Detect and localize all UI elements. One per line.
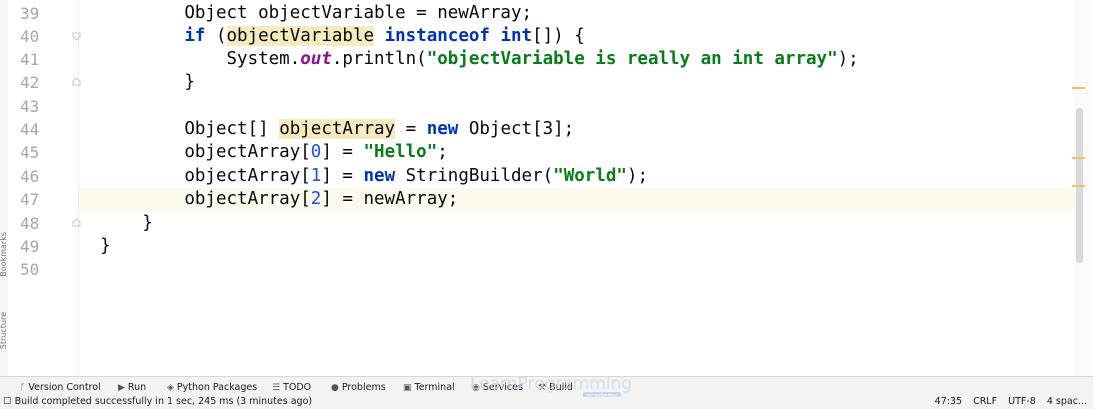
code-line-39[interactable]: Object objectVariable = newArray; [79,2,1074,25]
file-encoding[interactable]: UTF-8 [1008,396,1036,407]
code-line-49[interactable]: } [79,235,1074,258]
code-line-44[interactable]: Object[] objectArray = new Object[3]; [79,118,1074,141]
problems-tab[interactable]: ● Problems [331,377,386,398]
line-number: 45 [20,143,40,162]
status-message[interactable]: ☐ Build completed successfully in 1 sec,… [3,396,312,407]
warning-marker[interactable] [1072,157,1085,159]
line-number: 47 [20,190,40,209]
code-editor[interactable]: Object objectVariable = newArray; if (ob… [79,0,1074,376]
line-number: 46 [20,167,40,186]
warning-marker[interactable] [1072,185,1085,187]
bookmarks-tab[interactable]: Bookmarks [0,232,8,277]
line-number: 50 [20,260,40,279]
warning-marker[interactable] [1072,87,1085,89]
watermark-logo: LearnProgramming [470,374,633,394]
todo-tab[interactable]: ☰ TODO [272,377,311,398]
code-line-42[interactable]: } [79,71,1074,94]
build-status-icon: ☐ [3,396,12,407]
code-line-48[interactable]: } [79,212,1074,235]
line-number: 39 [20,4,40,23]
line-number: 49 [20,237,40,256]
code-line-45[interactable]: objectArray[0] = "Hello"; [79,141,1074,164]
line-number: 40 [20,27,40,46]
line-number: 48 [20,214,40,233]
info-icon: ● [331,383,339,393]
code-line-50[interactable] [79,258,1074,281]
caret-position[interactable]: 47:35 [935,396,962,407]
code-line-40[interactable]: if (objectVariable instanceof int[]) { [79,25,1074,48]
code-line-47[interactable]: objectArray[2] = newArray; [79,188,1074,211]
line-number: 42 [20,73,40,92]
status-widgets: 47:35 CRLF UTF-8 4 spac... [927,396,1087,407]
layers-icon: ◈ [167,383,174,393]
line-separator[interactable]: CRLF [973,396,997,407]
status-bar: ☐ Build completed successfully in 1 sec,… [0,396,1093,409]
line-number: 41 [20,50,40,69]
code-line-43[interactable] [79,95,1074,118]
terminal-icon: ▣ [403,383,412,393]
indent-setting[interactable]: 4 spac... [1047,396,1087,407]
run-tab[interactable]: ▶ Run [118,377,146,398]
play-icon: ▶ [118,383,125,393]
code-line-46[interactable]: objectArray[1] = new StringBuilder("Worl… [79,165,1074,188]
code-line-41[interactable]: System.out.println("objectVariable is re… [79,48,1074,71]
version-control-tab[interactable]: ᚴ Version Control [20,377,101,398]
editor-gutter[interactable]: 39 40 41 42 43 44 45 46 47 48 49 50 [8,0,79,376]
line-number: 44 [20,120,40,139]
terminal-tab[interactable]: ▣ Terminal [403,377,455,398]
list-icon: ☰ [272,383,281,393]
branch-icon: ᚴ [20,383,26,393]
line-number: 43 [20,97,40,116]
python-packages-tab[interactable]: ◈ Python Packages [167,377,257,398]
structure-tab[interactable]: Structure [0,312,8,349]
